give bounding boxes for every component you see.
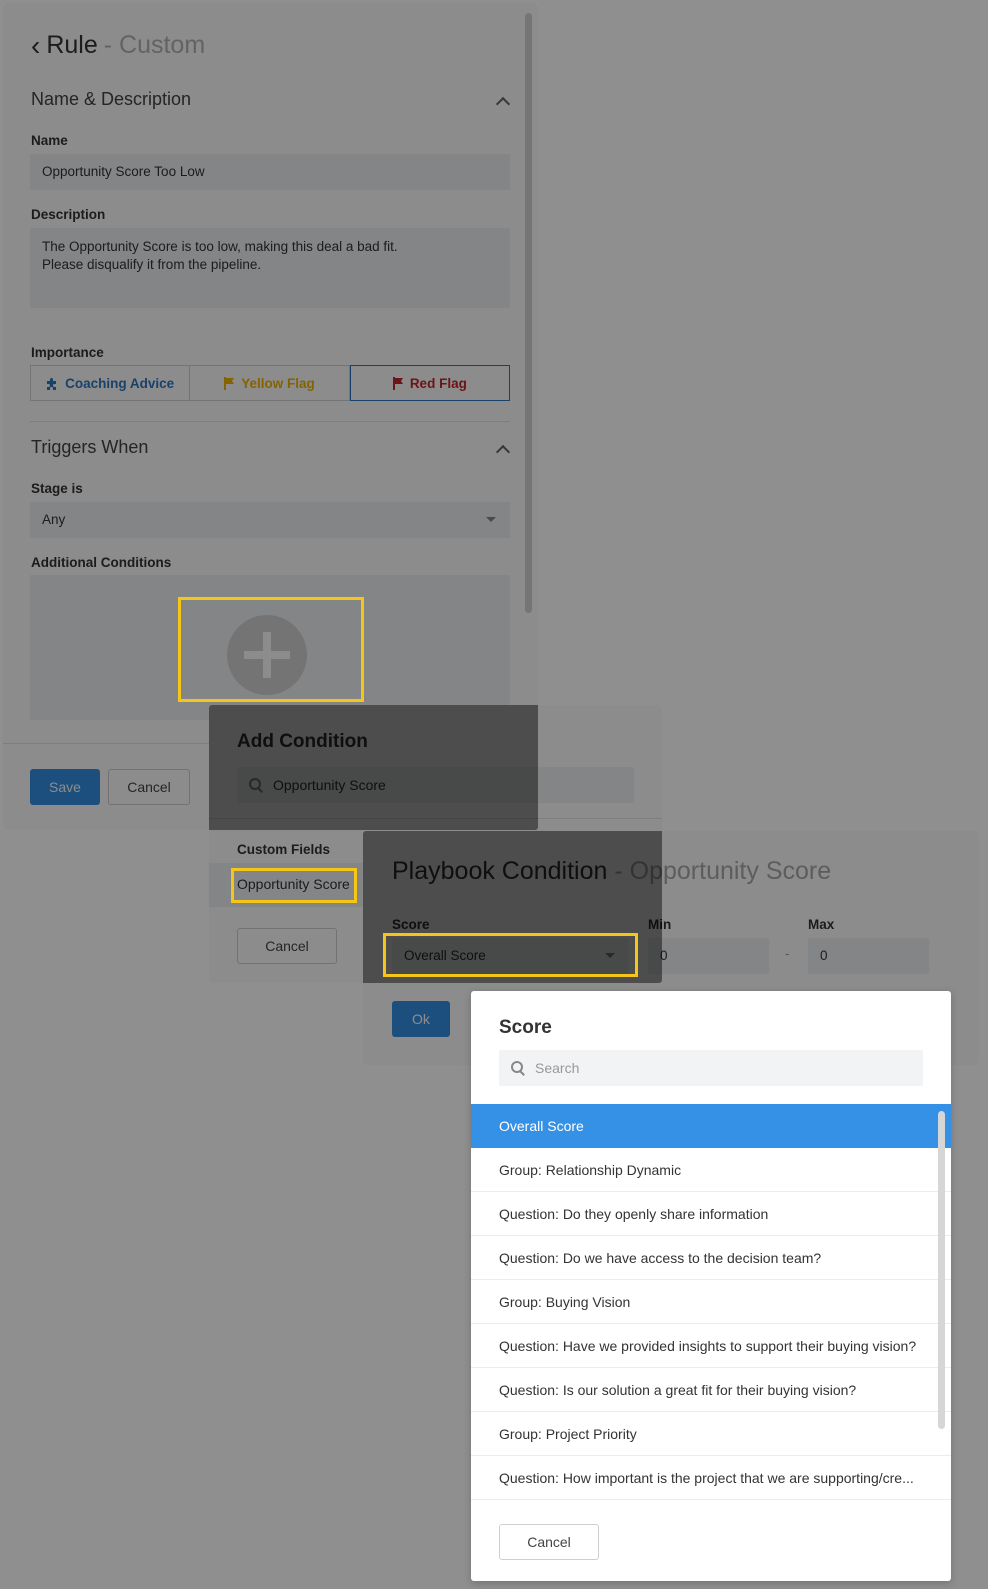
max-input[interactable]: 0 bbox=[808, 938, 929, 974]
collapse-chevron-up-icon[interactable] bbox=[495, 444, 511, 460]
score-label: Score bbox=[392, 917, 430, 932]
panel-scrollbar[interactable] bbox=[525, 13, 532, 613]
additional-conditions-box bbox=[30, 575, 510, 720]
triggers-section-header[interactable]: Triggers When bbox=[31, 437, 148, 458]
score-option-group[interactable]: Group: Project Priority bbox=[471, 1412, 951, 1456]
opportunity-score-result[interactable]: Opportunity Score bbox=[237, 876, 350, 892]
score-picker-cancel-button[interactable]: Cancel bbox=[499, 1524, 599, 1560]
caret-down-icon bbox=[486, 517, 496, 522]
add-condition-cancel-button[interactable]: Cancel bbox=[237, 928, 337, 964]
importance-toggle-group: Coaching Advice Yellow Flag Red Flag bbox=[30, 365, 510, 401]
condition-search-input[interactable] bbox=[237, 767, 634, 803]
min-input[interactable]: 0 bbox=[648, 938, 769, 974]
min-label: Min bbox=[648, 917, 672, 932]
collapse-chevron-up-icon[interactable] bbox=[495, 96, 511, 112]
back-chevron-icon[interactable]: ‹ bbox=[31, 31, 40, 60]
puzzle-icon bbox=[47, 377, 57, 390]
add-condition-plus-icon[interactable] bbox=[227, 615, 307, 695]
stage-select[interactable]: Any bbox=[30, 502, 510, 538]
save-button[interactable]: Save bbox=[30, 769, 100, 805]
description-field[interactable]: The Opportunity Score is too low, making… bbox=[30, 228, 510, 308]
stage-label: Stage is bbox=[31, 481, 83, 496]
score-option-group[interactable]: Group: Buying Vision bbox=[471, 1280, 951, 1324]
search-icon bbox=[249, 778, 263, 792]
score-list: Overall Score Group: Relationship Dynami… bbox=[471, 1104, 951, 1500]
stage-value: Any bbox=[42, 512, 66, 527]
yellow-flag-button[interactable]: Yellow Flag bbox=[190, 365, 350, 401]
add-condition-title: Add Condition bbox=[237, 731, 368, 752]
name-description-section-header[interactable]: Name & Description bbox=[31, 89, 191, 110]
search-icon bbox=[511, 1061, 525, 1075]
score-option-overall[interactable]: Overall Score bbox=[471, 1104, 951, 1148]
playbook-title: Playbook Condition - Opportunity Score bbox=[392, 857, 831, 886]
condition-search-text[interactable] bbox=[273, 777, 634, 793]
score-option-question[interactable]: Question: Have we provided insights to s… bbox=[471, 1324, 951, 1368]
flag-icon bbox=[392, 376, 403, 390]
name-field[interactable]: Opportunity Score Too Low bbox=[30, 154, 510, 190]
range-separator: - bbox=[785, 946, 790, 961]
yellow-flag-label: Yellow Flag bbox=[241, 375, 315, 391]
cancel-button[interactable]: Cancel bbox=[108, 769, 190, 805]
score-option-question[interactable]: Question: Do they openly share informati… bbox=[471, 1192, 951, 1236]
additional-conditions-label: Additional Conditions bbox=[31, 555, 172, 570]
dialog-divider bbox=[209, 818, 662, 819]
red-flag-button[interactable]: Red Flag bbox=[349, 365, 510, 401]
custom-fields-label: Custom Fields bbox=[237, 842, 331, 857]
name-label: Name bbox=[31, 133, 68, 148]
score-select-value: Overall Score bbox=[404, 948, 486, 963]
score-search-input[interactable] bbox=[499, 1050, 923, 1086]
page-title-suffix: - Custom bbox=[103, 31, 206, 59]
max-label: Max bbox=[808, 917, 835, 932]
page-title: ‹ Rule - Custom bbox=[31, 31, 205, 60]
score-option-group[interactable]: Group: Relationship Dynamic bbox=[471, 1148, 951, 1192]
score-list-scrollbar[interactable] bbox=[938, 1111, 945, 1429]
score-option-question[interactable]: Question: How important is the project t… bbox=[471, 1456, 951, 1500]
score-option-question[interactable]: Question: Is our solution a great fit fo… bbox=[471, 1368, 951, 1412]
section-divider bbox=[30, 421, 510, 422]
flag-icon bbox=[224, 376, 235, 390]
score-search-text[interactable] bbox=[535, 1060, 923, 1076]
playbook-title-text: Playbook Condition bbox=[392, 857, 608, 885]
description-label: Description bbox=[31, 207, 106, 222]
score-select[interactable]: Overall Score bbox=[392, 938, 629, 974]
caret-down-icon bbox=[605, 953, 615, 958]
score-picker-dialog: Score Overall Score Group: Relationship … bbox=[471, 991, 951, 1581]
coaching-advice-button[interactable]: Coaching Advice bbox=[30, 365, 191, 401]
ok-button[interactable]: Ok bbox=[392, 1001, 450, 1037]
page-title-text: Rule bbox=[46, 31, 98, 59]
importance-label: Importance bbox=[31, 345, 104, 360]
playbook-title-suffix: - Opportunity Score bbox=[614, 857, 832, 885]
coaching-advice-label: Coaching Advice bbox=[65, 375, 175, 391]
score-picker-title: Score bbox=[499, 1017, 552, 1038]
red-flag-label: Red Flag bbox=[409, 375, 467, 391]
score-option-question[interactable]: Question: Do we have access to the decis… bbox=[471, 1236, 951, 1280]
